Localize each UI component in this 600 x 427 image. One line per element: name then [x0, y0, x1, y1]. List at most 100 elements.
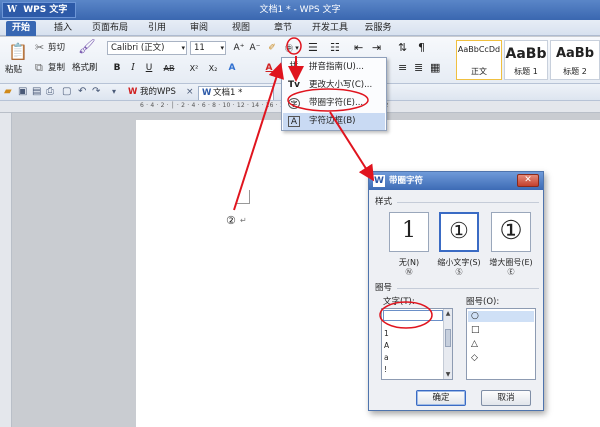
- style-key-none: Ⓝ: [405, 268, 413, 276]
- grow-font-button[interactable]: A⁺: [232, 42, 246, 55]
- tab-developer[interactable]: 开发工具: [308, 21, 352, 36]
- ring-option-diamond[interactable]: ◇: [468, 353, 534, 364]
- style-heading-2[interactable]: AaBb 标题 2: [550, 40, 600, 80]
- redo-icon[interactable]: ↷: [92, 86, 100, 98]
- paste-button[interactable]: 粘贴: [5, 64, 22, 76]
- chevron-down-icon: ▾: [181, 44, 185, 52]
- strikethrough-button[interactable]: AB: [160, 62, 178, 75]
- export-pdf-icon[interactable]: ▤: [32, 86, 41, 98]
- print-icon[interactable]: ⎙: [46, 86, 54, 98]
- subscript-button[interactable]: X₂: [205, 62, 221, 75]
- ok-button[interactable]: 确定: [416, 390, 466, 406]
- decrease-indent-icon[interactable]: ⇤: [354, 42, 363, 54]
- cut-button[interactable]: 剪切: [48, 42, 65, 54]
- paste-icon[interactable]: 📋: [8, 43, 28, 61]
- scroll-thumb[interactable]: [445, 329, 451, 347]
- list-scrollbar[interactable]: ▲ ▼: [443, 309, 452, 379]
- document-tab-label: 文档1 *: [213, 88, 243, 98]
- style-name: 标题 2: [563, 67, 587, 76]
- menu-item-phonetic-guide[interactable]: 拼 拼音指南(U)...: [283, 59, 385, 76]
- list-item[interactable]: 1: [384, 329, 389, 338]
- chevron-down-icon[interactable]: ▾: [112, 86, 116, 98]
- text-input[interactable]: [383, 310, 443, 321]
- scissors-icon[interactable]: ✂: [35, 42, 44, 54]
- scroll-up-icon[interactable]: ▲: [444, 309, 452, 318]
- menu-item-enclose-characters[interactable]: 字 带圈字符(E)...: [283, 95, 385, 112]
- show-marks-icon[interactable]: ¶: [418, 42, 425, 54]
- ring-list-label: 圈号(O):: [466, 297, 500, 307]
- enclose-char-dropdown-button[interactable]: ▾: [293, 42, 301, 55]
- list-item[interactable]: A: [384, 341, 389, 350]
- preview-icon[interactable]: ▢: [62, 86, 71, 98]
- superscript-button[interactable]: X²: [186, 62, 202, 75]
- open-folder-icon[interactable]: ▰: [4, 86, 12, 98]
- tab-section[interactable]: 章节: [268, 21, 298, 36]
- increase-indent-icon[interactable]: ⇥: [372, 42, 381, 54]
- style-glyph: ①: [499, 216, 523, 246]
- font-name-select[interactable]: Calibri (正文) ▾: [107, 41, 187, 55]
- menu-bar: 开始 插入 页面布局 引用 审阅 视图 章节 开发工具 云服务: [0, 20, 600, 36]
- menu-item-label: 更改大小写(C)...: [309, 80, 373, 90]
- align-center-icon[interactable]: ≣: [414, 62, 423, 74]
- style-sample: AaBbCcDd: [457, 45, 501, 54]
- scroll-down-icon[interactable]: ▼: [444, 370, 452, 379]
- save-icon[interactable]: ▣: [18, 86, 27, 98]
- format-painter-icon[interactable]: 🖌: [78, 40, 96, 54]
- style-normal[interactable]: AaBbCcDd 正文: [456, 40, 502, 80]
- ring-listbox[interactable]: ○ □ △ ◇: [466, 308, 536, 380]
- circled-character: ②: [226, 214, 236, 227]
- tab-home[interactable]: 开始: [6, 21, 36, 36]
- sort-icon[interactable]: ⇅: [398, 42, 407, 54]
- text-effect-button[interactable]: A: [225, 62, 239, 75]
- ring-option-circle[interactable]: ○: [468, 311, 534, 322]
- font-color-button[interactable]: A: [262, 62, 276, 75]
- ring-option-square[interactable]: □: [468, 325, 534, 336]
- ring-group-label: 圈号: [375, 283, 393, 293]
- enclose-char-icon: 字: [288, 98, 300, 109]
- style-option-shrink-text[interactable]: ①: [439, 212, 479, 252]
- font-size-select[interactable]: 11 ▾: [190, 41, 226, 55]
- border-icon[interactable]: ▦: [430, 62, 440, 74]
- my-wps-tab[interactable]: W 我的WPS: [126, 86, 180, 100]
- numbered-list-icon[interactable]: ☷: [330, 42, 340, 54]
- copy-icon[interactable]: ⧉: [35, 62, 43, 74]
- align-left-icon[interactable]: ≡: [398, 62, 407, 74]
- vertical-ruler[interactable]: [0, 113, 12, 427]
- dialog-title-bar[interactable]: W 带圈字符 ✕: [369, 172, 543, 190]
- document-tab[interactable]: W 文档1 *: [198, 86, 274, 100]
- font-size-value: 11: [194, 43, 205, 53]
- bullet-list-icon[interactable]: ☰: [308, 42, 318, 54]
- style-heading-1[interactable]: AaBb 标题 1: [504, 40, 548, 80]
- list-item[interactable]: !: [384, 365, 387, 374]
- cancel-button[interactable]: 取消: [481, 390, 531, 406]
- tab-insert[interactable]: 插入: [48, 21, 78, 36]
- tab-page-layout[interactable]: 页面布局: [88, 21, 132, 36]
- tab-references[interactable]: 引用: [142, 21, 172, 36]
- bold-button[interactable]: B: [110, 62, 124, 75]
- tab-review[interactable]: 审阅: [184, 21, 214, 36]
- margin-corner-mark: [236, 190, 250, 204]
- style-label-enlarge-circle: 增大圈号(E): [489, 258, 533, 267]
- close-button[interactable]: ✕: [517, 174, 539, 187]
- underline-button[interactable]: U: [142, 62, 156, 75]
- tab-view[interactable]: 视图: [226, 21, 256, 36]
- dialog-title: 带圈字符: [389, 176, 424, 186]
- copy-button[interactable]: 复制: [48, 62, 65, 74]
- style-option-none[interactable]: 1: [389, 212, 429, 252]
- ring-option-triangle[interactable]: △: [468, 339, 534, 350]
- list-item[interactable]: a: [384, 353, 389, 362]
- phonetic-guide-icon: 拼: [289, 62, 299, 72]
- clear-format-icon[interactable]: ✐: [265, 42, 279, 55]
- close-icon[interactable]: ×: [186, 86, 194, 98]
- text-listbox[interactable]: 1 A a ! ▲ ▼: [381, 308, 453, 380]
- undo-icon[interactable]: ↶: [78, 86, 86, 98]
- format-painter-button[interactable]: 格式刷: [72, 62, 98, 74]
- menu-item-char-border[interactable]: A 字符边框(B): [283, 113, 385, 130]
- shrink-font-button[interactable]: A⁻: [248, 42, 262, 55]
- menu-item-change-case[interactable]: Tv 更改大小写(C)...: [283, 77, 385, 94]
- style-option-enlarge-circle[interactable]: ①: [491, 212, 531, 252]
- tab-cloud-service[interactable]: 云服务: [360, 21, 396, 36]
- italic-button[interactable]: I: [126, 62, 140, 75]
- circle-icon: ○: [471, 311, 479, 321]
- style-group-label: 样式: [375, 197, 393, 207]
